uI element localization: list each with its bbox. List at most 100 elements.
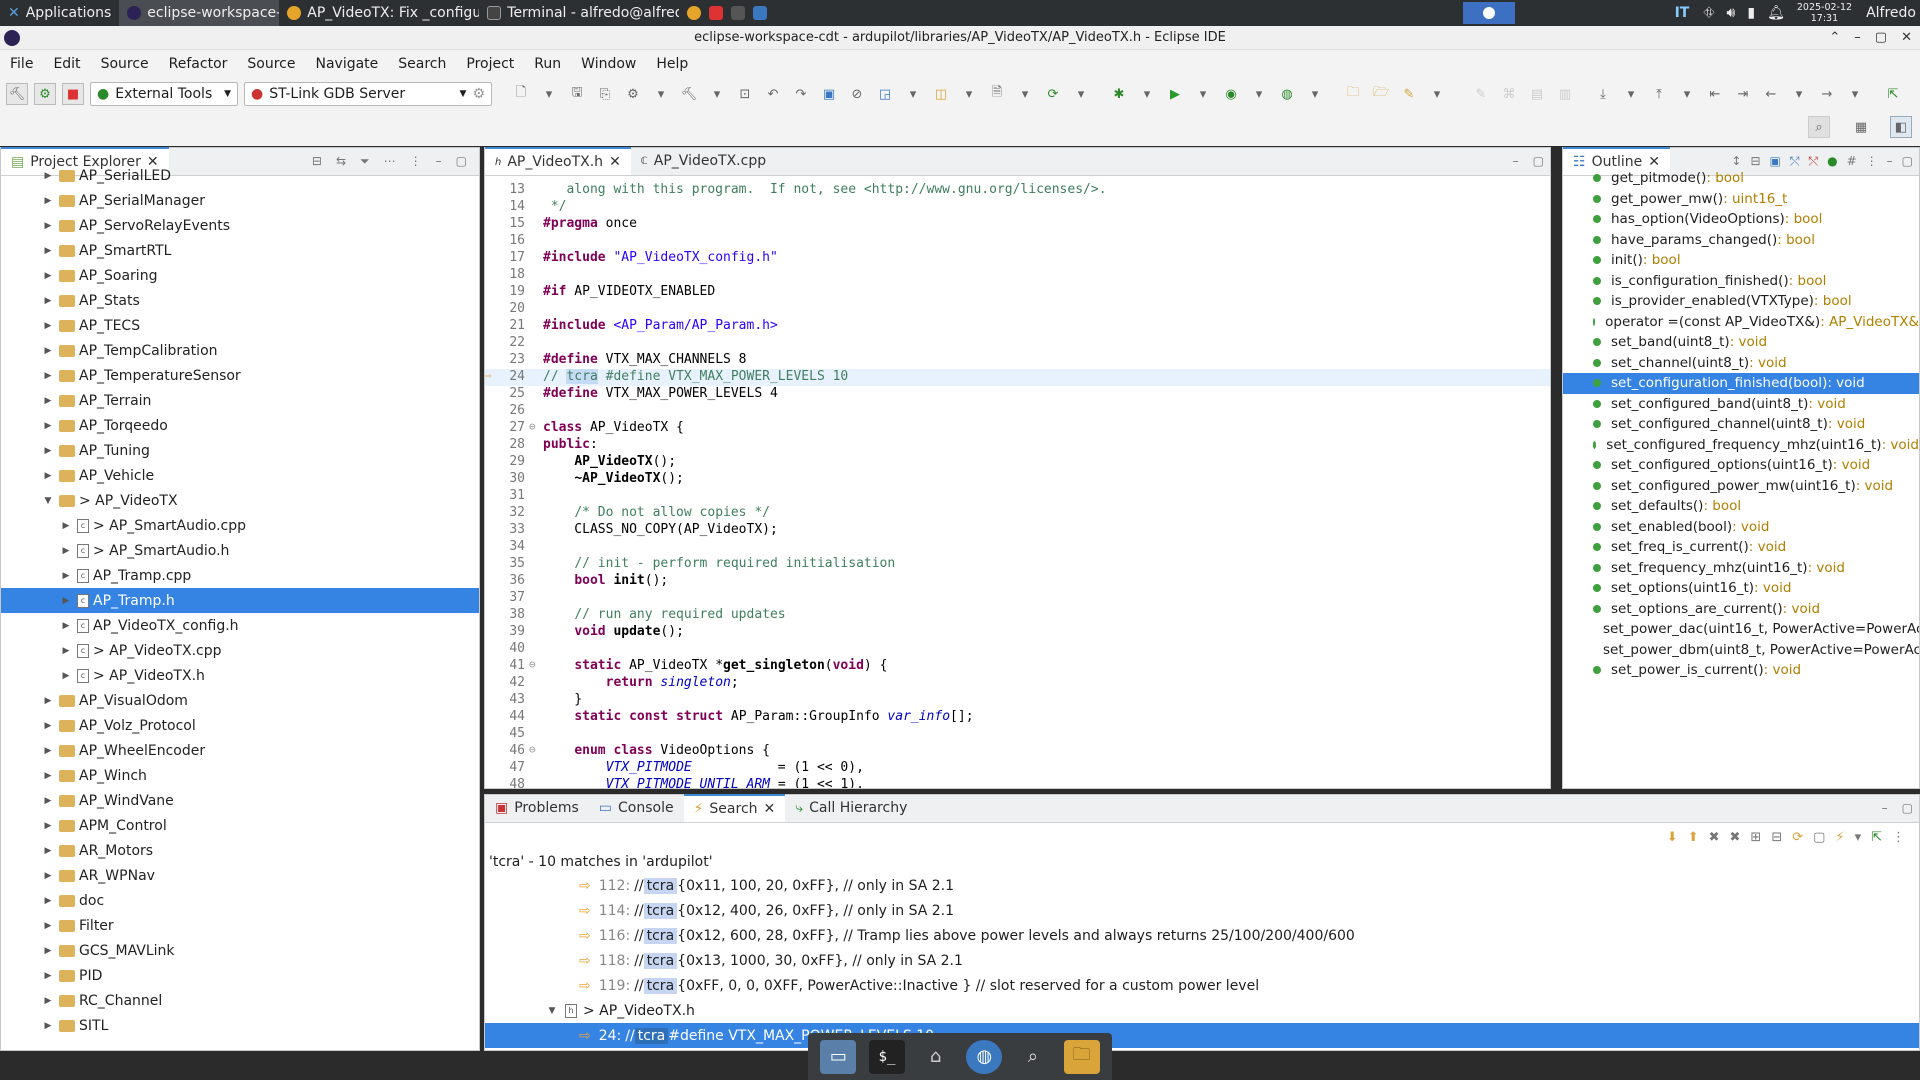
tree-folder[interactable]: ▶ AP_Vehicle <box>1 463 479 488</box>
code-line[interactable]: 33 CLASS_NO_COPY(AP_VideoTX); <box>485 522 1550 539</box>
dropdown-icon[interactable]: ▾ <box>1844 83 1866 105</box>
stop-icon[interactable]: ■ <box>62 83 84 105</box>
dropdown-icon[interactable]: ▾ <box>958 83 980 105</box>
outline-item[interactable]: set_freq_is_current() : void <box>1563 537 1919 558</box>
code-line[interactable]: 44 static const struct AP_Param::GroupIn… <box>485 709 1550 726</box>
next-annotation-icon[interactable]: ⤓ <box>1592 83 1614 105</box>
search-match[interactable]: ⇨ 112: // tcra {0x11, 100, 20, 0xFF}, // … <box>485 873 1919 898</box>
collapsed-arrow-icon[interactable]: ▶ <box>41 471 55 481</box>
maximize-icon[interactable]: ▢ <box>1902 154 1913 169</box>
tree-file[interactable]: ▶ c > AP_SmartAudio.cpp <box>1 513 479 538</box>
cancel-search-icon[interactable]: ▢ <box>1813 830 1825 845</box>
tree-folder[interactable]: ▶ AR_WPNav <box>1 863 479 888</box>
code-line[interactable]: 27 ⊖ class AP_VideoTX { <box>485 420 1550 437</box>
search-match[interactable]: ⇨ 118: // tcra {0x13, 1000, 30, 0xFF}, //… <box>485 948 1919 973</box>
code-line[interactable]: 39 void update(); <box>485 624 1550 641</box>
outline-item[interactable]: set_power_dac(uint16_t, PowerActive=Powe… <box>1563 619 1919 640</box>
save-icon[interactable]: 🖫︎ <box>566 83 588 105</box>
collapse-icon[interactable]: ⊟ <box>1750 154 1760 169</box>
tree-folder[interactable]: ▶ AP_TempCalibration <box>1 338 479 363</box>
open-folder-icon[interactable]: 🗀︎ <box>1342 83 1364 105</box>
task-icon[interactable]: ✎ <box>1398 83 1420 105</box>
search-match[interactable]: ⇨ 119: // tcra {0xFF, 0, 0, 0XFF, PowerAc… <box>485 973 1919 998</box>
collapsed-arrow-icon[interactable]: ▶ <box>41 371 55 381</box>
launch-target-combo[interactable]: ● ST-Link GDB Server ▼ ⚙ <box>244 82 492 106</box>
menu-run[interactable]: Run <box>524 56 571 72</box>
fold-icon[interactable]: ⊖ <box>529 420 543 437</box>
outline-item[interactable]: init() : bool <box>1563 250 1919 271</box>
task-eclipse[interactable]: eclipse-workspace-cdt - ar... <box>119 0 280 26</box>
minimize-icon[interactable]: – <box>1854 26 1861 50</box>
applications-menu[interactable]: ✕ Applications <box>0 0 119 26</box>
collapsed-arrow-icon[interactable]: ▶ <box>41 771 55 781</box>
code-line[interactable]: 34 <box>485 539 1550 556</box>
collapsed-arrow-icon[interactable]: ▶ <box>41 396 55 406</box>
collapsed-arrow-icon[interactable]: ▶ <box>41 196 55 206</box>
outline-item[interactable]: have_params_changed() : bool <box>1563 230 1919 251</box>
dropdown-icon[interactable]: ▾ <box>1426 83 1448 105</box>
collapsed-arrow-icon[interactable]: ▶ <box>59 621 73 631</box>
outline-item[interactable]: set_configured_band(uint8_t) : void <box>1563 394 1919 415</box>
tree-folder[interactable]: ▶ doc <box>1 888 479 913</box>
outline-item[interactable]: set_enabled(bool) : void <box>1563 517 1919 538</box>
collapsed-arrow-icon[interactable]: ▶ <box>41 221 55 231</box>
outline-item[interactable]: set_power_dbm(uint8_t, PowerActive=Power… <box>1563 640 1919 661</box>
tree-folder[interactable]: ▶ AP_VisualOdom <box>1 688 479 713</box>
clock[interactable]: 2025-02-12 17:31 <box>1797 2 1852 24</box>
build-config-icon[interactable]: ⚙ <box>622 83 644 105</box>
outline-item[interactable]: set_configured_power_mw(uint16_t) : void <box>1563 476 1919 497</box>
task-browser[interactable]: AP_VideoTX: Fix _configur... <box>279 0 479 26</box>
group-icon[interactable]: ● <box>1827 154 1837 169</box>
tree-folder[interactable]: ▶ AP_TECS <box>1 313 479 338</box>
fold-icon[interactable]: ⊖ <box>529 658 543 675</box>
collapsed-arrow-icon[interactable]: ▶ <box>59 671 73 681</box>
code-line[interactable]: 16 <box>485 233 1550 250</box>
menu-window[interactable]: Window <box>571 56 646 72</box>
collapsed-arrow-icon[interactable]: ▶ <box>41 446 55 456</box>
tree-folder[interactable]: ▶ Filter <box>1 913 479 938</box>
rerun-search-icon[interactable]: ⟳ <box>1792 830 1803 845</box>
tree-folder[interactable]: ▶ AP_Terrain <box>1 388 479 413</box>
dropdown-icon[interactable]: ▾ <box>1070 83 1092 105</box>
tab-search[interactable]: ⚡︎ Search ✕ <box>683 794 786 822</box>
tree-folder[interactable]: ▶ AP_Torqeedo <box>1 413 479 438</box>
disabled-icon[interactable]: ⌘ <box>1498 83 1520 105</box>
workspace-switcher[interactable] <box>1462 2 1515 24</box>
back-icon[interactable]: ← <box>1760 83 1782 105</box>
outline-item[interactable]: set_power_is_current() : void <box>1563 660 1919 681</box>
dropdown-icon[interactable]: ▾ <box>1620 83 1642 105</box>
tree-folder[interactable]: ▶ APM_Control <box>1 813 479 838</box>
hide-nonpublic-icon[interactable]: ⤲ <box>1809 154 1819 169</box>
dropdown-icon[interactable]: ▾ <box>1014 83 1036 105</box>
code-line[interactable]: 25 #define VTX_MAX_POWER_LEVELS 4 <box>485 386 1550 403</box>
next-match-icon[interactable]: ⬇ <box>1667 830 1678 845</box>
outline-item[interactable]: set_band(uint8_t) : void <box>1563 332 1919 353</box>
save-all-icon[interactable]: ⎘ <box>594 83 616 105</box>
menu-project[interactable]: Project <box>456 56 524 72</box>
tree-file[interactable]: ▶ c AP_Tramp.h <box>1 588 479 613</box>
code-line[interactable]: 35 // init - perform required initialisa… <box>485 556 1550 573</box>
dropdown-icon[interactable]: ▾ <box>1136 83 1158 105</box>
code-line[interactable]: 23 #define VTX_MAX_CHANNELS 8 <box>485 352 1550 369</box>
volume-icon[interactable]: 🔊︎ <box>1727 5 1736 21</box>
dropdown-icon[interactable]: ▾ <box>1676 83 1698 105</box>
collapsed-arrow-icon[interactable]: ▶ <box>41 421 55 431</box>
menu-source[interactable]: Source <box>91 56 159 72</box>
collapsed-arrow-icon[interactable]: ▶ <box>59 571 73 581</box>
tree-folder[interactable]: ▶ AP_Tuning <box>1 438 479 463</box>
external-tool-run-icon[interactable]: ◍ <box>1276 83 1298 105</box>
outline-item[interactable]: set_frequency_mhz(uint16_t) : void <box>1563 558 1919 579</box>
dropdown-icon[interactable]: ▾ <box>1304 83 1326 105</box>
network-icon[interactable]: ⛗ <box>1703 5 1714 21</box>
outline-item[interactable]: get_power_mw() : uint16_t <box>1563 189 1919 210</box>
minimize-icon[interactable]: – <box>1887 154 1893 169</box>
prev-annotation-icon[interactable]: ⤒ <box>1648 83 1670 105</box>
close-icon[interactable]: ✕ <box>764 801 776 817</box>
file-manager-icon[interactable]: 🗀︎ <box>1063 1039 1100 1074</box>
dropdown-icon[interactable]: ▾ <box>1192 83 1214 105</box>
collapsed-arrow-icon[interactable]: ▶ <box>41 271 55 281</box>
dropdown-icon[interactable]: ▾ <box>1855 830 1862 845</box>
tree-folder[interactable]: ▶ AP_WheelEncoder <box>1 738 479 763</box>
remove-match-icon[interactable]: ✖ <box>1709 830 1720 845</box>
tab-ap-videotx-h[interactable]: ℎ AP_VideoTX.h ✕ <box>485 147 631 175</box>
